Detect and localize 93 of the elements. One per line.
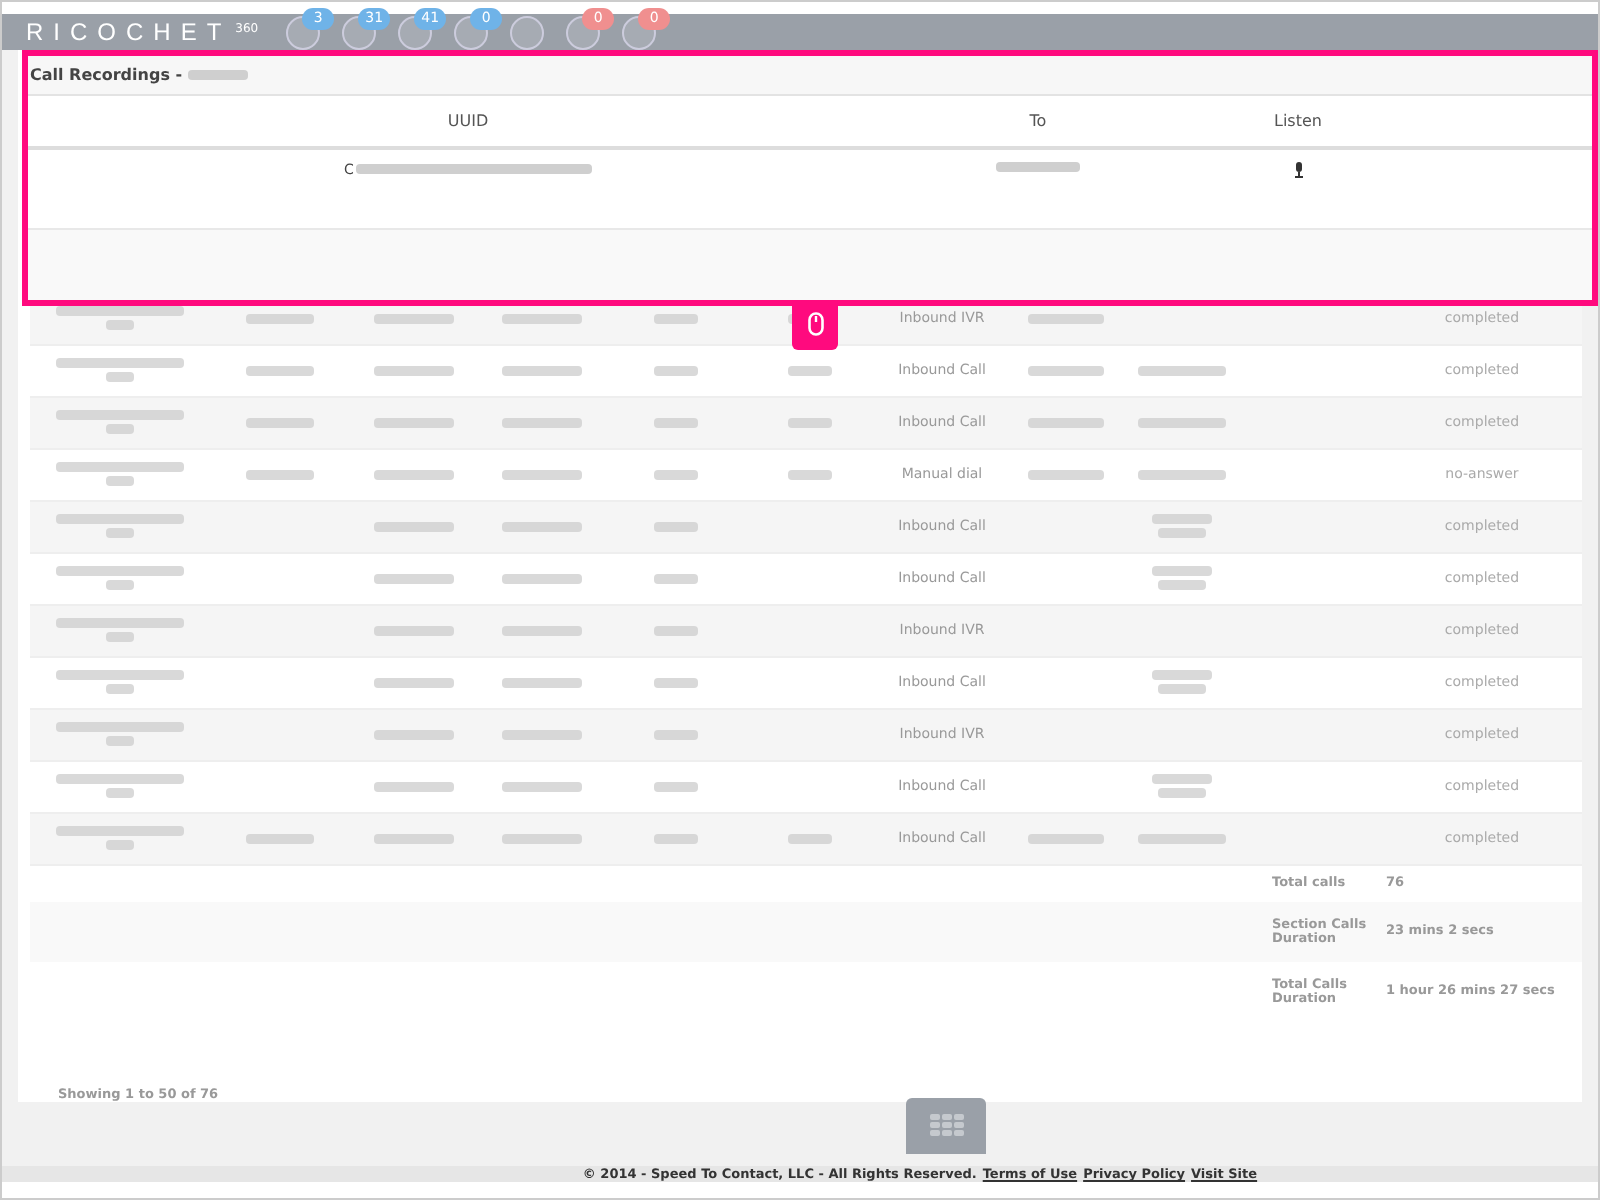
redacted-text xyxy=(106,372,134,383)
redacted-text xyxy=(501,417,581,428)
redacted-text xyxy=(56,306,184,317)
redacted-text xyxy=(501,521,581,532)
redacted-text xyxy=(1028,469,1104,480)
redacted-text xyxy=(106,320,134,331)
redacted-text xyxy=(373,781,453,792)
redacted-text xyxy=(501,729,581,740)
redacted-text xyxy=(1138,833,1226,844)
redacted-text xyxy=(654,365,698,376)
redacted-text xyxy=(1028,417,1104,428)
redacted-text xyxy=(1152,514,1212,525)
redacted-text xyxy=(56,358,184,369)
redacted-text xyxy=(654,469,698,480)
toolbar-icon[interactable] xyxy=(510,15,545,50)
redacted-text xyxy=(996,161,1080,172)
redacted-text xyxy=(106,684,134,695)
redacted-text xyxy=(1152,670,1212,681)
redacted-text xyxy=(654,313,698,324)
redacted-text xyxy=(188,69,249,80)
redacted-text xyxy=(1138,417,1226,428)
redacted-text xyxy=(501,573,581,584)
redacted-text xyxy=(246,365,314,376)
redacted-text xyxy=(654,625,698,636)
redacted-text xyxy=(373,573,453,584)
dialog-title: Call Recordings - xyxy=(30,65,183,84)
redacted-text xyxy=(106,840,134,851)
redacted-text xyxy=(1138,469,1226,480)
redacted-text xyxy=(373,313,453,324)
redacted-text xyxy=(788,469,832,480)
redacted-text xyxy=(246,417,314,428)
redacted-text xyxy=(373,625,453,636)
redacted-text xyxy=(501,365,581,376)
column-header: UUID xyxy=(447,111,489,130)
redacted-text xyxy=(654,833,698,844)
grid-icon xyxy=(929,1114,963,1137)
redacted-text xyxy=(501,677,581,688)
redacted-text xyxy=(654,781,698,792)
logo: RICOCHET xyxy=(26,17,232,46)
redacted-text xyxy=(1028,833,1104,844)
redacted-text xyxy=(1152,566,1212,577)
redacted-text xyxy=(501,833,581,844)
redacted-text xyxy=(654,677,698,688)
redacted-text xyxy=(56,826,184,837)
redacted-text xyxy=(788,417,832,428)
redacted-text xyxy=(56,774,184,785)
redacted-text xyxy=(56,514,184,525)
redacted-text xyxy=(56,618,184,629)
redacted-text xyxy=(373,677,453,688)
redacted-text xyxy=(501,625,581,636)
redacted-text xyxy=(56,722,184,733)
redacted-text xyxy=(1028,365,1104,376)
redacted-text xyxy=(106,528,134,539)
redacted-text xyxy=(373,365,453,376)
column-header: Listen xyxy=(1274,111,1322,130)
redacted-text xyxy=(373,417,453,428)
redacted-text xyxy=(1158,788,1206,799)
redacted-text xyxy=(1028,313,1104,324)
redacted-text xyxy=(373,469,453,480)
redacted-text xyxy=(654,729,698,740)
redacted-text xyxy=(56,670,184,681)
redacted-text xyxy=(1152,774,1212,785)
redacted-text xyxy=(246,469,314,480)
redacted-text xyxy=(106,632,134,643)
redacted-text xyxy=(501,313,581,324)
redacted-text xyxy=(501,781,581,792)
apps-button[interactable] xyxy=(906,1097,986,1154)
mouse-icon xyxy=(807,312,823,337)
redacted-text xyxy=(788,365,832,376)
redacted-text xyxy=(106,476,134,487)
redacted-text xyxy=(654,573,698,584)
redacted-text xyxy=(56,410,184,421)
redacted-text xyxy=(373,521,453,532)
redacted-text xyxy=(788,833,832,844)
microphone-icon[interactable] xyxy=(1293,161,1303,178)
redacted-text xyxy=(1158,684,1206,695)
redacted-text xyxy=(654,417,698,428)
redacted-text xyxy=(246,833,314,844)
redacted-text xyxy=(1158,528,1206,539)
redacted-text xyxy=(1158,580,1206,591)
redacted-text xyxy=(106,736,134,747)
redacted-text xyxy=(246,313,314,324)
redacted-text xyxy=(373,729,453,740)
column-header: To xyxy=(1029,111,1047,130)
redacted-text xyxy=(1138,365,1226,376)
redacted-text xyxy=(56,462,184,473)
redacted-text xyxy=(501,469,581,480)
redacted-text xyxy=(106,424,134,435)
redacted-text xyxy=(56,566,184,577)
redacted-text xyxy=(106,788,134,799)
redacted-text xyxy=(106,580,134,591)
redacted-text xyxy=(373,833,453,844)
redacted-text xyxy=(654,521,698,532)
